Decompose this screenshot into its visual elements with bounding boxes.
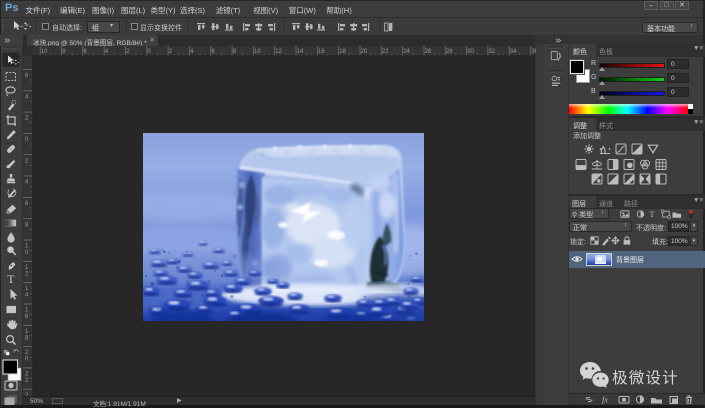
svg-text:28: 28 [446,49,453,55]
svg-text:14: 14 [297,49,304,55]
svg-text:10: 10 [254,49,261,55]
svg-text:36: 36 [531,49,536,55]
svg-text:32: 32 [489,49,496,55]
svg-text:T: T [7,272,15,286]
svg-text:20: 20 [361,49,368,55]
svg-text:fx: fx [602,396,608,405]
svg-text:T: T [650,210,655,219]
svg-text:12: 12 [275,49,282,55]
svg-text:24: 24 [403,49,410,55]
svg-text:34: 34 [510,49,517,55]
svg-text:26: 26 [425,49,432,55]
svg-text:22: 22 [382,49,389,55]
svg-text:10: 10 [41,49,48,55]
svg-text:16: 16 [318,49,325,55]
svg-text:18: 18 [339,49,346,55]
svg-text:30: 30 [467,49,474,55]
